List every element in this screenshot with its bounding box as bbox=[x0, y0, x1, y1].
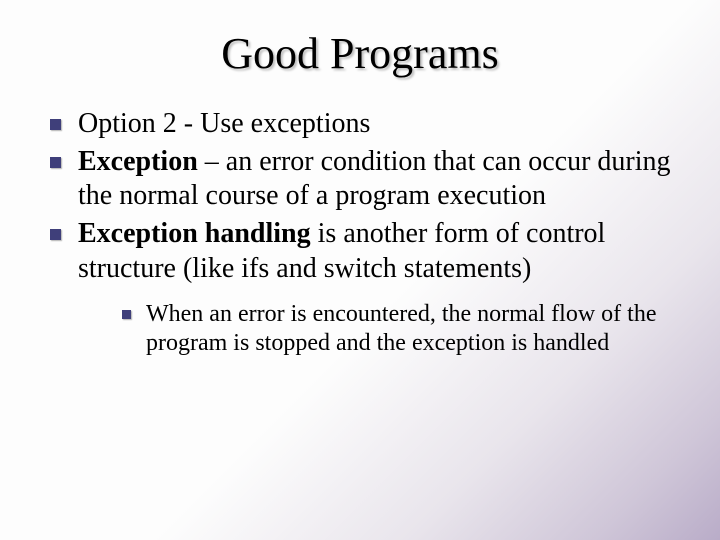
text-run: Exception bbox=[78, 146, 198, 177]
text-run: Exception handling bbox=[78, 218, 311, 249]
sub-list: When an error is encountered, the normal… bbox=[78, 300, 680, 359]
slide-title: Good Programs bbox=[40, 28, 680, 79]
list-item: When an error is encountered, the normal… bbox=[118, 300, 680, 359]
text-run: Option 2 - Use exceptions bbox=[78, 108, 370, 139]
text-run: When an error is encountered, the normal… bbox=[146, 301, 656, 356]
slide: Good Programs Option 2 - Use exceptions E… bbox=[0, 0, 720, 540]
list-item: Exception handling is another form of co… bbox=[44, 217, 680, 358]
list-item: Option 2 - Use exceptions bbox=[44, 107, 680, 141]
list-item: Exception – an error condition that can … bbox=[44, 145, 680, 213]
bullet-list: Option 2 - Use exceptions Exception – an … bbox=[40, 107, 680, 358]
